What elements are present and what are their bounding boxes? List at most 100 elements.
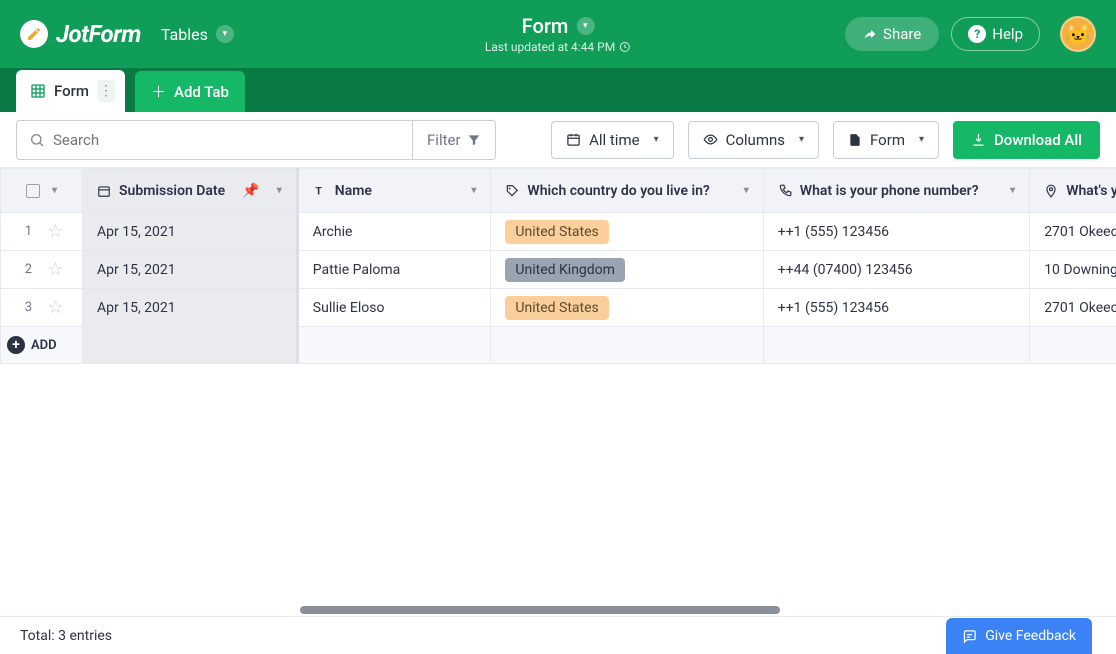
star-icon[interactable]: ☆: [47, 259, 63, 280]
row-number: 3: [19, 300, 37, 315]
table-row[interactable]: 3 ☆ Apr 15, 2021Sullie Eloso United States +…: [1, 289, 1116, 327]
search-input[interactable]: [17, 121, 412, 159]
download-label: Download All: [994, 131, 1082, 149]
location-icon: [1044, 184, 1058, 198]
calendar-icon: [566, 132, 581, 147]
data-grid: ▾ Submission Date 📌 ▾ T Name ▾: [0, 168, 1116, 364]
section-label: Tables: [161, 25, 208, 44]
table-row[interactable]: 2 ☆ Apr 15, 2021Pattie Paloma United Kingdo…: [1, 251, 1116, 289]
tab-form-label: Form: [54, 82, 89, 100]
plus-icon: +: [7, 336, 25, 354]
date-range-label: All time: [589, 131, 639, 149]
help-button[interactable]: ? Help: [951, 17, 1040, 51]
top-bar: JotForm Tables ▾ Form ▾ Last updated at …: [0, 0, 1116, 68]
filter-label: Filter: [427, 131, 461, 149]
columns-label: Columns: [726, 131, 785, 149]
star-icon[interactable]: ☆: [47, 297, 63, 318]
filter-icon: [467, 133, 481, 147]
form-view-button[interactable]: Form ▾: [833, 121, 939, 159]
tag-icon: [505, 184, 519, 198]
document-icon: [848, 133, 862, 147]
download-all-button[interactable]: Download All: [953, 121, 1100, 159]
column-header-date[interactable]: Submission Date: [119, 183, 225, 199]
chevron-down-icon[interactable]: ▾: [576, 17, 594, 35]
chevron-down-icon: ▾: [919, 134, 924, 145]
chevron-down-icon[interactable]: ▾: [277, 185, 282, 196]
row-number: 2: [19, 262, 37, 277]
plus-icon: ＋: [151, 81, 166, 102]
filter-button[interactable]: Filter: [412, 121, 495, 159]
column-header-address[interactable]: What's y: [1066, 183, 1116, 199]
table-row[interactable]: 1 ☆ Apr 15, 2021Archie United States ++1 (55…: [1, 213, 1116, 251]
chevron-down-icon[interactable]: ▾: [471, 185, 476, 196]
cell-address[interactable]: 10 Downing: [1030, 251, 1116, 289]
page-title-area: Form ▾ Last updated at 4:44 PM: [485, 14, 631, 54]
phone-icon: [778, 184, 792, 198]
download-icon: [971, 132, 986, 147]
chevron-down-icon[interactable]: ▾: [52, 185, 57, 196]
share-button[interactable]: Share: [845, 17, 939, 51]
section-dropdown[interactable]: Tables ▾: [161, 25, 234, 44]
cell-phone[interactable]: ++1 (555) 123456: [763, 213, 1029, 251]
give-feedback-button[interactable]: Give Feedback: [946, 618, 1092, 654]
clock-icon: [619, 41, 631, 53]
chevron-down-icon[interactable]: ▾: [744, 185, 749, 196]
cell-date[interactable]: Apr 15, 2021: [83, 251, 298, 289]
chevron-down-icon[interactable]: ▾: [1010, 185, 1015, 196]
select-all-checkbox[interactable]: [26, 184, 40, 198]
chevron-down-icon: ▾: [216, 25, 234, 43]
form-view-label: Form: [870, 131, 905, 149]
toolbar: Filter All time ▾ Columns ▾ Form ▾ Downl…: [0, 112, 1116, 168]
country-tag: United States: [505, 220, 608, 244]
cell-country[interactable]: United Kingdom: [491, 251, 763, 289]
cell-country[interactable]: United States: [491, 213, 763, 251]
column-header-phone[interactable]: What is your phone number?: [800, 183, 979, 199]
brand-text: JotForm: [56, 20, 141, 48]
brand-logo[interactable]: JotForm: [20, 20, 141, 48]
add-tab-button[interactable]: ＋ Add Tab: [135, 71, 245, 112]
calendar-icon: [97, 184, 111, 198]
svg-text:T: T: [315, 184, 322, 197]
cell-phone[interactable]: ++44 (07400) 123456: [763, 251, 1029, 289]
chevron-down-icon: ▾: [799, 134, 804, 145]
cell-name[interactable]: Pattie Paloma: [297, 251, 491, 289]
cell-phone[interactable]: ++1 (555) 123456: [763, 289, 1029, 327]
help-label: Help: [992, 25, 1023, 43]
horizontal-scrollbar[interactable]: [300, 606, 780, 614]
country-tag: United States: [505, 296, 608, 320]
grid-icon: [30, 83, 46, 99]
total-count: Total: 3 entries: [20, 628, 112, 644]
columns-button[interactable]: Columns ▾: [688, 121, 819, 159]
add-row-button[interactable]: +ADD: [1, 336, 82, 354]
tab-bar: Form ⋮ ＋ Add Tab: [0, 68, 1116, 112]
add-tab-label: Add Tab: [174, 83, 229, 101]
date-range-button[interactable]: All time ▾: [551, 121, 674, 159]
question-icon: ?: [968, 25, 986, 43]
column-header-country[interactable]: Which country do you live in?: [527, 183, 709, 199]
country-tag: United Kingdom: [505, 258, 625, 282]
feedback-label: Give Feedback: [985, 628, 1076, 644]
share-icon: [863, 27, 877, 41]
tab-form[interactable]: Form ⋮: [16, 70, 125, 112]
text-icon: T: [313, 184, 327, 198]
row-number: 1: [19, 224, 37, 239]
star-icon[interactable]: ☆: [47, 221, 63, 242]
eye-icon: [703, 132, 718, 147]
pin-icon[interactable]: 📌: [242, 183, 259, 199]
cell-country[interactable]: United States: [491, 289, 763, 327]
last-updated-text: Last updated at 4:44 PM: [485, 40, 615, 54]
avatar[interactable]: 🐱: [1060, 16, 1096, 52]
cell-name[interactable]: Archie: [297, 213, 491, 251]
feedback-icon: [962, 629, 977, 644]
pencil-icon: [20, 20, 48, 48]
page-title: Form: [522, 14, 569, 38]
column-header-name[interactable]: Name: [335, 183, 372, 199]
share-label: Share: [883, 25, 921, 43]
cell-date[interactable]: Apr 15, 2021: [83, 213, 298, 251]
tab-menu-button[interactable]: ⋮: [97, 80, 115, 102]
chevron-down-icon: ▾: [654, 134, 659, 145]
cell-address[interactable]: 2701 Okeec: [1030, 289, 1116, 327]
cell-address[interactable]: 2701 Okeec: [1030, 213, 1116, 251]
cell-date[interactable]: Apr 15, 2021: [83, 289, 298, 327]
cell-name[interactable]: Sullie Eloso: [297, 289, 491, 327]
